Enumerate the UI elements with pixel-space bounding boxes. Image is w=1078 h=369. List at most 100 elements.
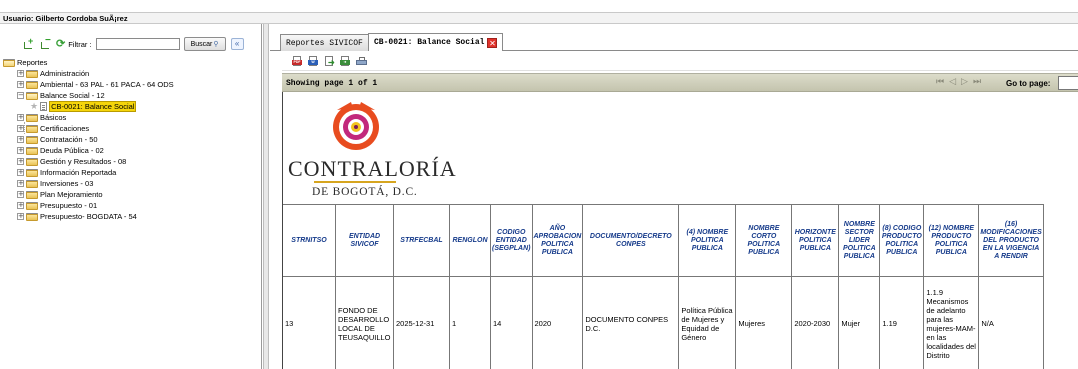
expand-plus-icon[interactable]: +	[17, 169, 24, 176]
expand-plus-icon[interactable]: +	[17, 70, 24, 77]
search-button[interactable]: Buscar ⚲	[183, 37, 226, 51]
user-label: Usuario:	[3, 14, 34, 23]
folder-open-icon	[26, 91, 38, 100]
tree-root[interactable]: Reportes	[3, 57, 47, 68]
export-pdf-icon[interactable]: PDF	[292, 56, 302, 67]
expand-plus-icon[interactable]: +	[17, 213, 24, 220]
table-cell: Política Pública de Mujeres y Equidad de…	[678, 276, 737, 369]
tree-item-inversiones[interactable]: + Inversiones - 03	[17, 178, 93, 189]
tree-item-cb-0021[interactable]: ★ CB-0021: Balance Social	[30, 101, 137, 112]
expand-plus-icon[interactable]: +	[17, 180, 24, 187]
close-icon[interactable]: ✕	[487, 37, 498, 48]
pagination-bar: Showing page 1 of 1 ⏮ ◁ ▷ ⏭ Go to page:	[282, 73, 1078, 92]
favorite-star-icon[interactable]: ★	[30, 102, 38, 111]
table-cell: FONDO DE DESARROLLO LOCAL DE TEUSAQUILLO	[335, 276, 394, 369]
folder-icon	[26, 157, 38, 166]
table-cell: 1	[449, 276, 491, 369]
page-navigation: ⏮ ◁ ▷ ⏭	[936, 77, 981, 87]
panel-splitter[interactable]	[263, 24, 269, 369]
tree-item-label: Inversiones - 03	[40, 179, 94, 188]
expand-plus-icon[interactable]: +	[17, 114, 24, 121]
column-header: RENGLON	[449, 204, 491, 277]
expand-plus-icon[interactable]: +	[17, 81, 24, 88]
folder-icon	[26, 190, 38, 199]
refresh-icon[interactable]: ⟳	[56, 39, 65, 50]
table-cell: DOCUMENTO CONPES D.C.	[582, 276, 680, 369]
tree-item-balance-social[interactable]: − Balance Social - 12	[17, 90, 105, 101]
tree-item-ambiental[interactable]: + Ambiental - 63 PAL - 61 PACA - 64 ODS	[17, 79, 174, 90]
next-page-icon[interactable]: ▷	[961, 77, 968, 87]
filter-input[interactable]	[95, 38, 180, 50]
tree-item-presupuesto-bogdata[interactable]: + Presupuesto- BOGDATA - 54	[17, 211, 137, 222]
tree-item-label: Contratación - 50	[40, 135, 98, 144]
folder-icon	[26, 69, 38, 78]
tab-cb-0021[interactable]: CB-0021: Balance Social ✕	[368, 33, 504, 51]
collapse-panel-button[interactable]: «	[230, 38, 244, 50]
printer-icon[interactable]	[356, 56, 367, 67]
expand-plus-icon[interactable]: +	[17, 191, 24, 198]
expand-plus-icon[interactable]: +	[17, 158, 24, 165]
report-document-icon	[40, 102, 48, 111]
tree-item-label-selected: CB-0021: Balance Social	[49, 101, 137, 112]
export-word-icon[interactable]: W	[308, 56, 318, 67]
column-header: HORIZONTE POLITICA PUBLICA	[791, 204, 840, 277]
column-header: NOMBRE CORTO POLITICA PUBLICA	[735, 204, 793, 277]
brand-subtitle: DE BOGOTÁ, D.C.	[312, 186, 418, 198]
tree-item-certificaciones[interactable]: + Certificaciones	[17, 123, 89, 134]
table-cell: 13	[283, 276, 336, 369]
column-header: DOCUMENTO/DECRETO CONPES	[582, 204, 680, 277]
search-button-label: Buscar	[190, 40, 213, 48]
tab-strip: Reportes SIVICOF CB-0021: Balance Social…	[270, 32, 1078, 51]
folder-icon	[26, 201, 38, 210]
tab-reportes-sivicof[interactable]: Reportes SIVICOF	[280, 34, 369, 51]
export-toolbar: PDF W ➜ ➜	[282, 53, 1078, 71]
last-page-icon[interactable]: ⏭	[973, 77, 981, 87]
column-header: ENTIDAD SIVICOF	[335, 204, 394, 277]
previous-page-icon[interactable]: ◁	[949, 77, 956, 87]
goto-page-input[interactable]	[1058, 76, 1078, 90]
tab-label: Reportes SIVICOF	[286, 38, 363, 48]
column-header: (16) MODIFICACIONES DEL PRODUCTO EN LA V…	[978, 204, 1044, 277]
tree-item-presupuesto[interactable]: + Presupuesto - 01	[17, 200, 97, 211]
tree-item-label: Información Reportada	[40, 168, 117, 177]
column-header: (4) NOMBRE POLITICA PUBLICA	[678, 204, 737, 277]
folder-icon	[26, 124, 38, 133]
expand-plus-icon[interactable]: +	[17, 125, 24, 132]
first-page-icon[interactable]: ⏮	[936, 77, 944, 87]
collapse-minus-icon[interactable]: −	[17, 92, 24, 99]
collapse-all-icon[interactable]: −	[39, 36, 52, 50]
table-cell: 1.19	[879, 276, 925, 369]
tree-item-administracion[interactable]: + Administración	[17, 68, 89, 79]
export-excel-icon[interactable]: ➜	[324, 56, 335, 67]
page-info: Showing page 1 of 1	[286, 79, 378, 88]
report-tree-panel: + − ⟳ Filtrar : Buscar ⚲ « Reportes + Ad…	[0, 24, 262, 369]
expand-plus-icon[interactable]: +	[17, 136, 24, 143]
tree-item-deuda-publica[interactable]: + Deuda Pública - 02	[17, 145, 104, 156]
tree-item-contratacion[interactable]: + Contratación - 50	[17, 134, 98, 145]
tree-toolbar: + − ⟳ Filtrar : Buscar ⚲ «	[22, 36, 244, 52]
tree-item-label: Básicos	[40, 113, 67, 122]
table-cell: 2020-2030	[791, 276, 840, 369]
tree-item-basicos[interactable]: + Básicos	[17, 112, 66, 123]
column-header: (12) NOMBRE PRODUCTO POLITICA PUBLICA	[923, 204, 980, 277]
expand-plus-icon[interactable]: +	[17, 147, 24, 154]
report-page: CONTRALORÍA DE BOGOTÁ, D.C. STRNITSO ENT…	[282, 92, 1078, 369]
brand-divider	[314, 181, 396, 183]
tree-item-gestion-resultados[interactable]: + Gestión y Resultados - 08	[17, 156, 126, 167]
tree-item-label: Ambiental - 63 PAL - 61 PACA - 64 ODS	[40, 80, 174, 89]
user-name: Gilberto Cordoba SuÃ¡rez	[35, 14, 128, 23]
folder-icon	[26, 212, 38, 221]
export-csv-icon[interactable]: ➜	[340, 56, 350, 67]
expand-all-icon[interactable]: +	[22, 37, 35, 50]
table-cell: Mujeres	[735, 276, 793, 369]
tree-item-label: Deuda Pública - 02	[40, 146, 104, 155]
contraloria-logo	[333, 102, 379, 150]
column-header: NOMBRE SECTOR LIDER POLITICA PUBLICA	[838, 204, 881, 277]
folder-icon	[26, 135, 38, 144]
expand-plus-icon[interactable]: +	[17, 202, 24, 209]
column-header: CODIGO ENTIDAD (SEGPLAN)	[490, 204, 533, 277]
tree-item-plan-mejoramiento[interactable]: + Plan Mejoramiento	[17, 189, 103, 200]
tree-item-informacion-reportada[interactable]: + Información Reportada	[17, 167, 116, 178]
tree-root-label: Reportes	[17, 58, 48, 67]
folder-icon	[26, 179, 38, 188]
